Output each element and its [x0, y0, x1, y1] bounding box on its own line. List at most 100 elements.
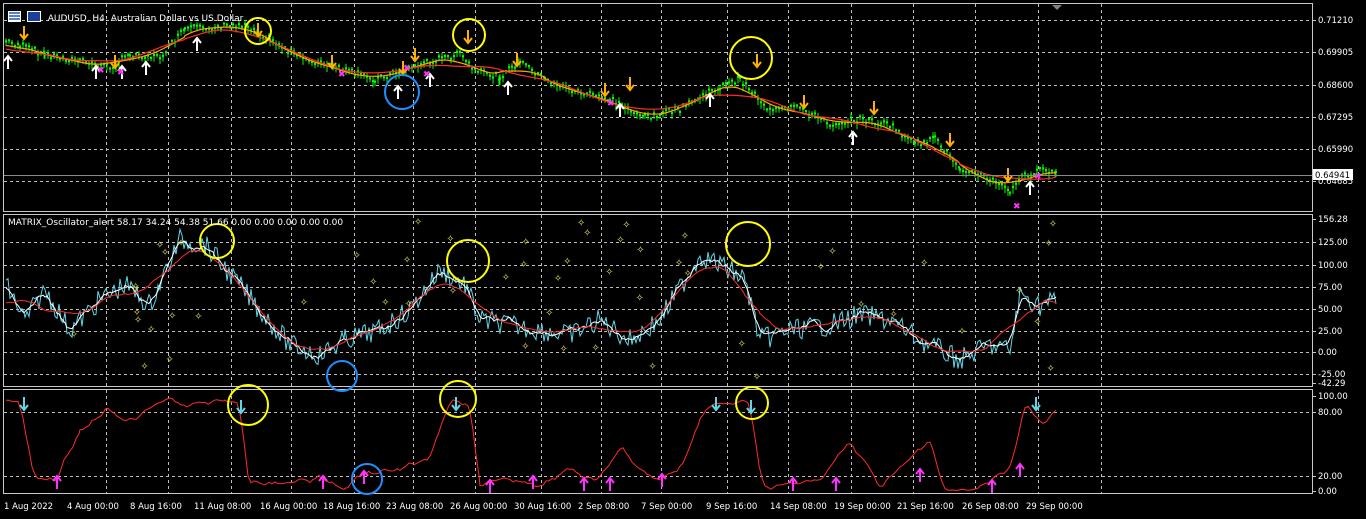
star-marker: ✧: [403, 255, 411, 266]
arrow-path: [1003, 168, 1013, 183]
star-marker: ✧: [1047, 364, 1055, 375]
buy-arrow-icon: [503, 80, 513, 95]
buy-arrow-icon: [915, 467, 925, 482]
oscillator-axis-label: 50.00: [1318, 305, 1342, 315]
chart-canvas[interactable]: ✧ ✧ ✧ ✧ ✧ ✧ ✧ ✧ ✧ ✧ ✧ ✧ ✧ ✧ ✧ ✧ ✧ ✧ ✧ ✧ ✧ ✧ ✧ ✧ ✧ ✧ ✧ ✧ ✧ ✧ ✧ ✧ ✧ ✧ ✧ ✧ ✧ ✧ ✧ ✧…: [0, 0, 1366, 519]
chart-shift-marker[interactable]: [1052, 5, 1062, 10]
cross-marker: ✖: [97, 66, 105, 76]
star-marker: ✧: [857, 300, 865, 311]
star-marker: ✧: [559, 344, 567, 355]
star-marker: ✧: [1049, 219, 1057, 230]
sell-arrow-icon: [799, 95, 809, 110]
buy-arrow-icon: [831, 476, 841, 491]
cross-marker: ✖: [338, 70, 346, 80]
star-marker: ✧: [502, 272, 510, 283]
time-axis-label: 1 Aug 2022: [4, 502, 53, 512]
arrow-path: [600, 83, 610, 98]
star-marker: ✧: [165, 355, 173, 366]
star-marker: ✧: [381, 298, 389, 309]
stochastic-axis-label: 20.00: [1318, 472, 1342, 482]
sell-arrow-icon: [945, 133, 955, 148]
star-marker: ✧: [605, 267, 613, 278]
star-marker: ✧: [545, 308, 553, 319]
highlight-circle: [199, 223, 235, 259]
flag-icon: [26, 11, 41, 22]
star-marker: ✧: [177, 238, 185, 249]
oscillator-axis-label: 75.00: [1318, 283, 1342, 293]
sell-arrow-icon: [253, 23, 263, 38]
time-axis-label: 16 Aug 00:00: [260, 502, 317, 512]
star-marker: ✧: [681, 231, 689, 242]
arrow-path: [1015, 462, 1025, 477]
buy-arrow-icon: [579, 476, 589, 491]
buy-arrow-icon: [615, 102, 625, 117]
arrow-path: [615, 102, 625, 117]
star-marker: ✧: [636, 245, 644, 256]
star-marker: ✧: [300, 298, 308, 309]
buy-arrow-icon: [605, 476, 615, 491]
sell-arrow-icon: [410, 48, 420, 63]
arrow-path: [987, 478, 997, 493]
star-marker: ✧: [648, 362, 656, 373]
arrow-path: [528, 474, 538, 489]
sell-arrow-icon: [327, 55, 337, 70]
arrow-path: [579, 476, 589, 491]
star-marker: ✧: [828, 247, 836, 258]
price-axis-label: 0.65990: [1318, 145, 1353, 155]
arrow-path: [410, 48, 420, 63]
arrow-path: [19, 26, 29, 41]
arrow-path: [831, 476, 841, 491]
oscillator-axis-label: 125.00: [1318, 238, 1348, 248]
arrow-path: [1025, 180, 1035, 195]
oscillator-axis-label: 0.00: [1318, 348, 1337, 358]
highlight-circle: [725, 221, 771, 267]
star-marker: ✧: [70, 330, 78, 341]
buy-arrow-icon: [393, 84, 403, 99]
arrow-path: [485, 478, 495, 493]
cross-marker: ✖: [403, 64, 411, 74]
star-marker: ✧: [521, 341, 529, 352]
oscillator-axis-label: 25.00: [1318, 327, 1342, 337]
price-axis-label: 0.69905: [1318, 48, 1353, 58]
stochastic-axis-label: 100.00: [1318, 392, 1348, 402]
buy-arrow-icon: [788, 476, 798, 491]
arrow-path: [318, 474, 328, 489]
arrow-path: [746, 400, 756, 415]
star-marker: ✧: [563, 257, 571, 268]
star-marker: ✧: [369, 277, 377, 288]
buy-arrow-icon: [141, 60, 151, 75]
buy-arrow-icon: [987, 478, 997, 493]
star-marker: ✧: [449, 286, 457, 297]
moving-average-orange: [5, 26, 1057, 184]
time-axis-label: 11 Aug 08:00: [194, 502, 251, 512]
arrow-path: [915, 467, 925, 482]
arrow-path: [799, 95, 809, 110]
oscillator-axis-label: 100.00: [1318, 261, 1348, 271]
highlight-circle: [446, 239, 490, 283]
stochastic-axis-label: 80.00: [1318, 408, 1342, 418]
star-marker: ✧: [817, 262, 825, 273]
cross-marker: ✖: [1034, 172, 1042, 182]
sell-arrow-icon: [869, 101, 879, 116]
arrow-path: [359, 469, 369, 484]
time-axis-label: 21 Sep 16:00: [897, 502, 954, 512]
star-marker: ✧: [414, 217, 422, 228]
arrow-path: [192, 36, 202, 51]
buy-arrow-icon: [52, 474, 62, 489]
highlight-circle: [227, 384, 269, 426]
time-axis-label: 30 Aug 16:00: [514, 502, 571, 512]
star-marker: ✧: [577, 218, 585, 229]
buy-arrow-icon: [1015, 462, 1025, 477]
arrow-path: [253, 23, 263, 38]
symbol-title: AUDUSD, H4: Australian Dollar vs US Doll…: [47, 14, 244, 24]
time-axis-label: 8 Aug 16:00: [130, 502, 182, 512]
star-marker: ✧: [446, 234, 454, 245]
star-marker: ✧: [140, 362, 148, 373]
star-marker: ✧: [1015, 286, 1023, 297]
arrow-path: [869, 101, 879, 116]
highlight-circle: [384, 74, 420, 110]
current-price-label: 0.64941: [1315, 171, 1350, 181]
star-marker: ✧: [147, 325, 155, 336]
sell-arrow-icon: [752, 54, 762, 69]
oscillator-signal-line: [5, 240, 1057, 361]
